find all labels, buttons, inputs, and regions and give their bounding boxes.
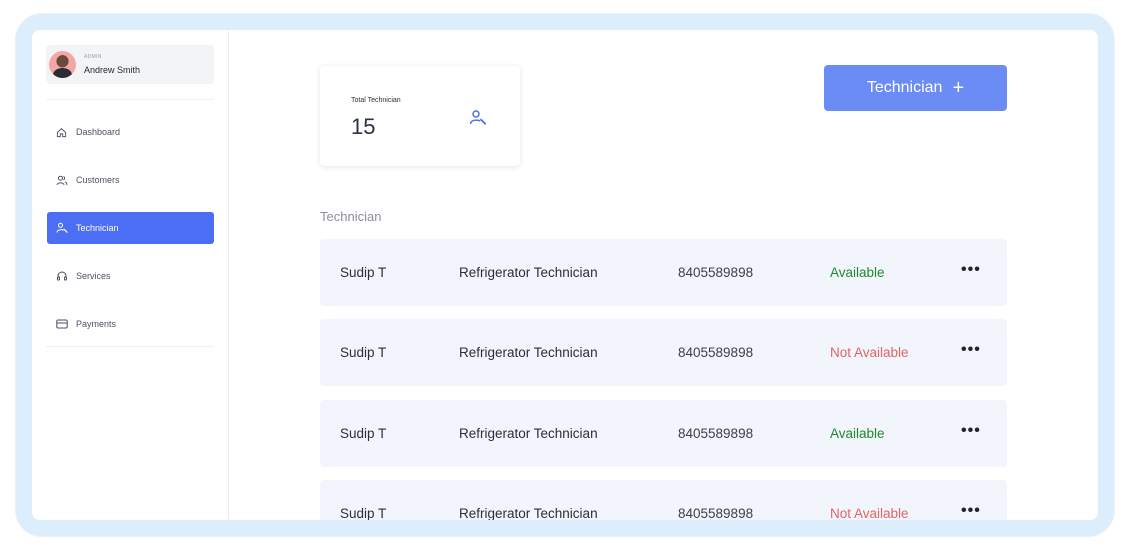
section-title: Technician	[320, 209, 382, 224]
profile-role: ADMIN	[84, 54, 102, 60]
sidebar-item-label: Customers	[76, 175, 120, 185]
add-button-label: Technician	[866, 79, 943, 96]
technician-phone: 8405589898	[678, 506, 754, 520]
home-icon	[55, 126, 68, 139]
technician-name: Sudip T	[340, 265, 387, 280]
technician-name: Sudip T	[340, 506, 387, 520]
sidebar-item-services[interactable]: Services	[47, 260, 214, 292]
sidebar-item-label: Technician	[76, 223, 119, 233]
plus-icon: +	[952, 77, 965, 99]
users-icon	[55, 174, 68, 187]
technician-name: Sudip T	[340, 345, 387, 360]
sidebar-divider	[46, 99, 214, 100]
technician-phone: 8405589898	[678, 345, 754, 360]
status-badge: Not Available	[830, 345, 909, 360]
avatar	[49, 51, 76, 78]
more-options-icon[interactable]: •••	[961, 261, 981, 279]
technician-role: Refrigerator Technician	[459, 265, 598, 280]
technician-icon	[55, 222, 68, 235]
app-window: ADMIN Andrew Smith Dashboard Customers T…	[32, 30, 1098, 520]
sidebar-item-customers[interactable]: Customers	[47, 164, 214, 196]
sidebar-item-label: Dashboard	[76, 127, 121, 137]
technician-role: Refrigerator Technician	[459, 426, 598, 441]
table-row[interactable]: Sudip T Refrigerator Technician 84055898…	[320, 480, 1007, 520]
technician-role: Refrigerator Technician	[459, 506, 598, 520]
total-technician-card: Total Technician 15	[320, 66, 520, 166]
technician-phone: 8405589898	[678, 265, 754, 280]
sidebar-divider	[46, 346, 214, 347]
sidebar-item-technician[interactable]: Technician	[47, 212, 214, 244]
technician-phone: 8405589898	[678, 426, 754, 441]
sidebar-item-label: Services	[76, 271, 111, 281]
status-badge: Available	[830, 426, 885, 441]
more-options-icon[interactable]: •••	[961, 502, 981, 520]
stat-label: Total Technician	[351, 97, 401, 104]
more-options-icon[interactable]: •••	[961, 422, 981, 440]
table-row[interactable]: Sudip T Refrigerator Technician 84055898…	[320, 319, 1007, 386]
sidebar: ADMIN Andrew Smith Dashboard Customers T…	[32, 30, 229, 520]
sidebar-item-payments[interactable]: Payments	[47, 308, 214, 340]
profile-name: Andrew Smith	[84, 65, 141, 75]
stat-value: 15	[351, 114, 376, 139]
headset-icon	[55, 270, 68, 283]
more-options-icon[interactable]: •••	[961, 341, 981, 359]
table-row[interactable]: Sudip T Refrigerator Technician 84055898…	[320, 400, 1007, 467]
technician-name: Sudip T	[340, 426, 387, 441]
status-badge: Not Available	[830, 506, 909, 520]
add-technician-button[interactable]: Technician +	[824, 65, 1007, 111]
status-badge: Available	[830, 265, 885, 280]
table-row[interactable]: Sudip T Refrigerator Technician 84055898…	[320, 239, 1007, 306]
technician-role: Refrigerator Technician	[459, 345, 598, 360]
sidebar-item-dashboard[interactable]: Dashboard	[47, 116, 214, 148]
profile-card[interactable]: ADMIN Andrew Smith	[46, 45, 214, 84]
card-icon	[55, 318, 68, 331]
sidebar-item-label: Payments	[76, 319, 117, 329]
technician-icon	[468, 108, 488, 128]
